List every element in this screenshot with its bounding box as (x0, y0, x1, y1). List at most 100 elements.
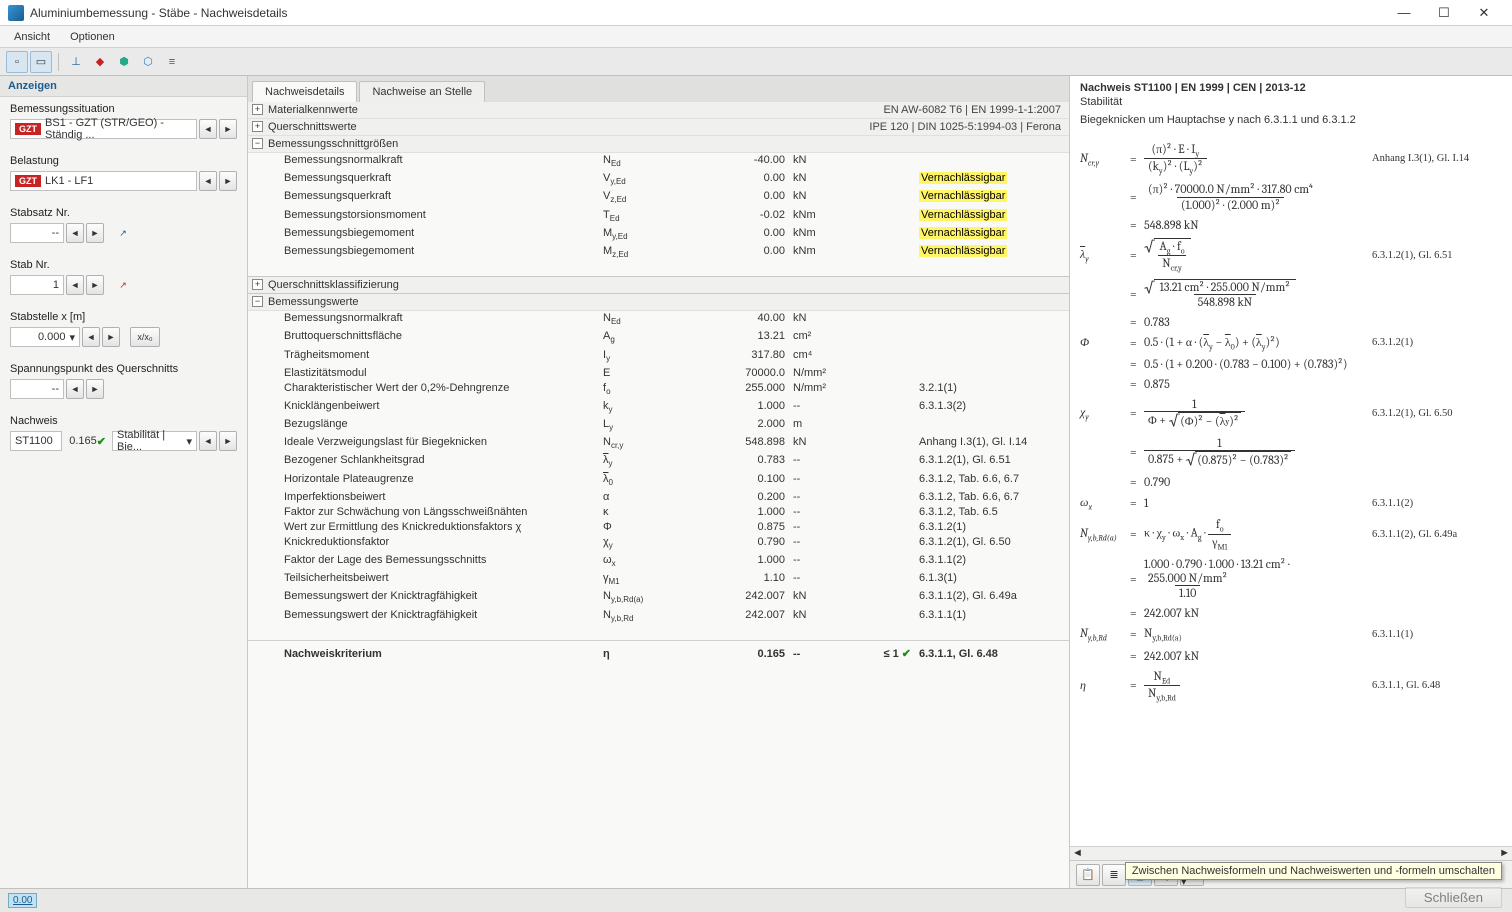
table-row: BemessungsbiegemomentMz,Ed0.00kNmVernach… (248, 244, 1069, 262)
stabstelle-input[interactable]: 0.000 ▾ (10, 327, 80, 347)
table-row: Horizontale Plateaugrenzeλ00.100--6.3.1.… (248, 472, 1069, 490)
maximize-button[interactable]: ☐ (1424, 0, 1464, 26)
table-row: Wert zur Ermittlung des Knickreduktionsf… (248, 520, 1069, 535)
stab-input[interactable]: 1 (10, 275, 64, 295)
spannungspunkt-input[interactable]: -- (10, 379, 64, 399)
table-row: TeilsicherheitsbeiwertγM11.10--6.1.3(1) (248, 571, 1069, 589)
minimize-button[interactable]: — (1384, 0, 1424, 26)
menubar: Ansicht Optionen (0, 26, 1512, 48)
center-tabs: Nachweisdetails Nachweise an Stelle (248, 76, 1069, 102)
prev-button[interactable]: ◄ (82, 327, 100, 347)
table-row: Bezogener Schlankheitsgradλy0.783--6.3.1… (248, 453, 1069, 471)
bemessungssituation-combo[interactable]: GZTBS1 - GZT (STR/GEO) - Ständig ... (10, 119, 197, 139)
prev-button[interactable]: ◄ (199, 119, 217, 139)
nachweis-id-input[interactable]: ST1100 (10, 431, 62, 451)
tool-hatch-icon[interactable]: ⬡ (137, 51, 159, 73)
expand-icon[interactable]: + (252, 279, 263, 290)
scroll-right-icon[interactable]: ► (1499, 847, 1510, 860)
formula-nybrda: Ny,b,Rd(a)= κ · χy · ωx · Ag · foγM1 6.3… (1080, 517, 1502, 551)
tool-colors-icon[interactable]: ⬢ (113, 51, 135, 73)
nachweis-label: Nachweis (10, 415, 237, 427)
pick-member-icon[interactable]: ↗ (114, 275, 132, 295)
copy-icon[interactable]: 📋 (1076, 864, 1100, 886)
prev-button[interactable]: ◄ (66, 275, 84, 295)
table-row: BruttoquerschnittsflächeAg13.21cm² (248, 329, 1069, 347)
next-button[interactable]: ► (86, 275, 104, 295)
next-button[interactable]: ► (86, 223, 104, 243)
formula-description: Biegeknicken um Hauptachse y nach 6.3.1.… (1070, 114, 1512, 132)
table-row: TrägheitsmomentIy317.80cm⁴ (248, 348, 1069, 366)
table-row: BemessungsbiegemomentMy,Ed0.00kNmVernach… (248, 226, 1069, 244)
collapse-icon[interactable]: − (252, 138, 263, 149)
table-row: Knicklängenbeiwertky1.000--6.3.1.3(2) (248, 399, 1069, 417)
section-schnittgroessen[interactable]: − Bemessungsschnittgrößen (248, 136, 1069, 153)
formula-stability: Stabilität (1070, 96, 1512, 114)
prev-button[interactable]: ◄ (199, 171, 217, 191)
next-button[interactable]: ► (86, 379, 104, 399)
main-toolbar: ▫ ▭ ⊥ ◆ ⬢ ⬡ ≡ (0, 48, 1512, 76)
table-row: Ideale Verzweigungslast für Biegeknicken… (248, 435, 1069, 453)
details-grid[interactable]: + Materialkennwerte EN AW-6082 T6 | EN 1… (248, 102, 1069, 888)
section-klassifizierung[interactable]: + Querschnittsklassifizierung (248, 276, 1069, 294)
formula-toggle-tooltip: Zwischen Nachweisformeln und Nachweiswer… (1125, 862, 1502, 880)
belastung-combo[interactable]: GZTLK1 - LF1 (10, 171, 197, 191)
next-button[interactable]: ► (219, 171, 237, 191)
formula-nybrd: Ny,b,Rd=Ny,b,Rd(a) 6.3.1.1(1) (1080, 626, 1502, 642)
table-row: Knickreduktionsfaktorχy0.790--6.3.1.2(1)… (248, 535, 1069, 553)
check-icon: ✔ (97, 435, 106, 448)
section-querschnitt[interactable]: + Querschnittswerte IPE 120 | DIN 1025-5… (248, 119, 1069, 136)
tab-details[interactable]: Nachweisdetails (252, 81, 357, 102)
section-value: IPE 120 | DIN 1025-5:1994-03 | Ferona (869, 121, 1061, 133)
menu-ansicht[interactable]: Ansicht (4, 29, 60, 45)
close-button[interactable]: ✕ (1464, 0, 1504, 26)
stab-label: Stab Nr. (10, 259, 237, 271)
formula-eta: η= NEdNy,b,Rd 6.3.1.1, Gl. 6.48 (1080, 669, 1502, 703)
tab-stelle[interactable]: Nachweise an Stelle (359, 81, 485, 102)
pick-member-icon[interactable]: ↗ (114, 223, 132, 243)
list-icon[interactable]: ≣ (1102, 864, 1126, 886)
section-bemessungswerte[interactable]: − Bemessungswerte (248, 294, 1069, 311)
prev-button[interactable]: ◄ (66, 223, 84, 243)
stabsatz-input[interactable]: -- (10, 223, 64, 243)
status-value[interactable]: 0.00 (8, 893, 37, 908)
tool-pan-icon[interactable]: ▭ (30, 51, 52, 73)
expand-icon[interactable]: + (252, 104, 263, 115)
prev-button[interactable]: ◄ (199, 431, 217, 451)
left-header: Anzeigen (0, 76, 247, 97)
formula-scroll[interactable]: Ncr,y= (π)² · E · Iy(ky)² · (Ly)² Anhang… (1070, 132, 1512, 846)
stabsatz-label: Stabsatz Nr. (10, 207, 237, 219)
prev-button[interactable]: ◄ (66, 379, 84, 399)
table-row: Imperfektionsbeiwertα0.200--6.3.1.2, Tab… (248, 490, 1069, 505)
app-icon (8, 5, 24, 21)
tool-select-icon[interactable]: ▫ (6, 51, 28, 73)
expand-icon[interactable]: + (252, 121, 263, 132)
close-dialog-button[interactable]: Schließen (1405, 887, 1502, 908)
collapse-icon[interactable]: − (252, 296, 263, 307)
scroll-left-icon[interactable]: ◄ (1072, 847, 1083, 860)
table-row: ElastizitätsmodulE70000.0N/mm² (248, 366, 1069, 381)
window-controls: — ☐ ✕ (1384, 0, 1504, 26)
menu-optionen[interactable]: Optionen (60, 29, 125, 45)
left-panel: Anzeigen Bemessungssituation GZTBS1 - GZ… (0, 76, 248, 888)
tool-diagram-icon[interactable]: ≡ (161, 51, 183, 73)
table-row: BemessungsnormalkraftNEd40.00kN (248, 311, 1069, 329)
titlebar: Aluminiumbemessung - Stäbe - Nachweisdet… (0, 0, 1512, 26)
next-button[interactable]: ► (219, 119, 237, 139)
next-button[interactable]: ► (219, 431, 237, 451)
formula-panel: Nachweis ST1100 | EN 1999 | CEN | 2013-1… (1070, 76, 1512, 888)
spannungspunkt-label: Spannungspunkt des Querschnitts (10, 363, 237, 375)
table-row: BemessungsnormalkraftNEd-40.00kN (248, 153, 1069, 171)
table-row: BemessungsquerkraftVy,Ed0.00kNVernachläs… (248, 171, 1069, 189)
table-row: Bemessungswert der KnicktragfähigkeitNy,… (248, 589, 1069, 607)
nachweis-category-combo[interactable]: Stabilität | Bie... ▾ (112, 431, 197, 451)
tool-section-icon[interactable]: ⊥ (65, 51, 87, 73)
table-row: BezugslängeLy2.000m (248, 417, 1069, 435)
table-row: BemessungsquerkraftVz,Ed0.00kNVernachläs… (248, 189, 1069, 207)
window-title: Aluminiumbemessung - Stäbe - Nachweisdet… (30, 6, 1384, 20)
tool-stress-icon[interactable]: ◆ (89, 51, 111, 73)
next-button[interactable]: ► (102, 327, 120, 347)
section-material[interactable]: + Materialkennwerte EN AW-6082 T6 | EN 1… (248, 102, 1069, 119)
x-ratio-button[interactable]: x/x₀ (130, 327, 160, 347)
table-row: Faktor der Lage des Bemessungsschnittsωx… (248, 553, 1069, 571)
formula-ncry: Ncr,y= (π)² · E · Iy(ky)² · (Ly)² Anhang… (1080, 142, 1502, 176)
